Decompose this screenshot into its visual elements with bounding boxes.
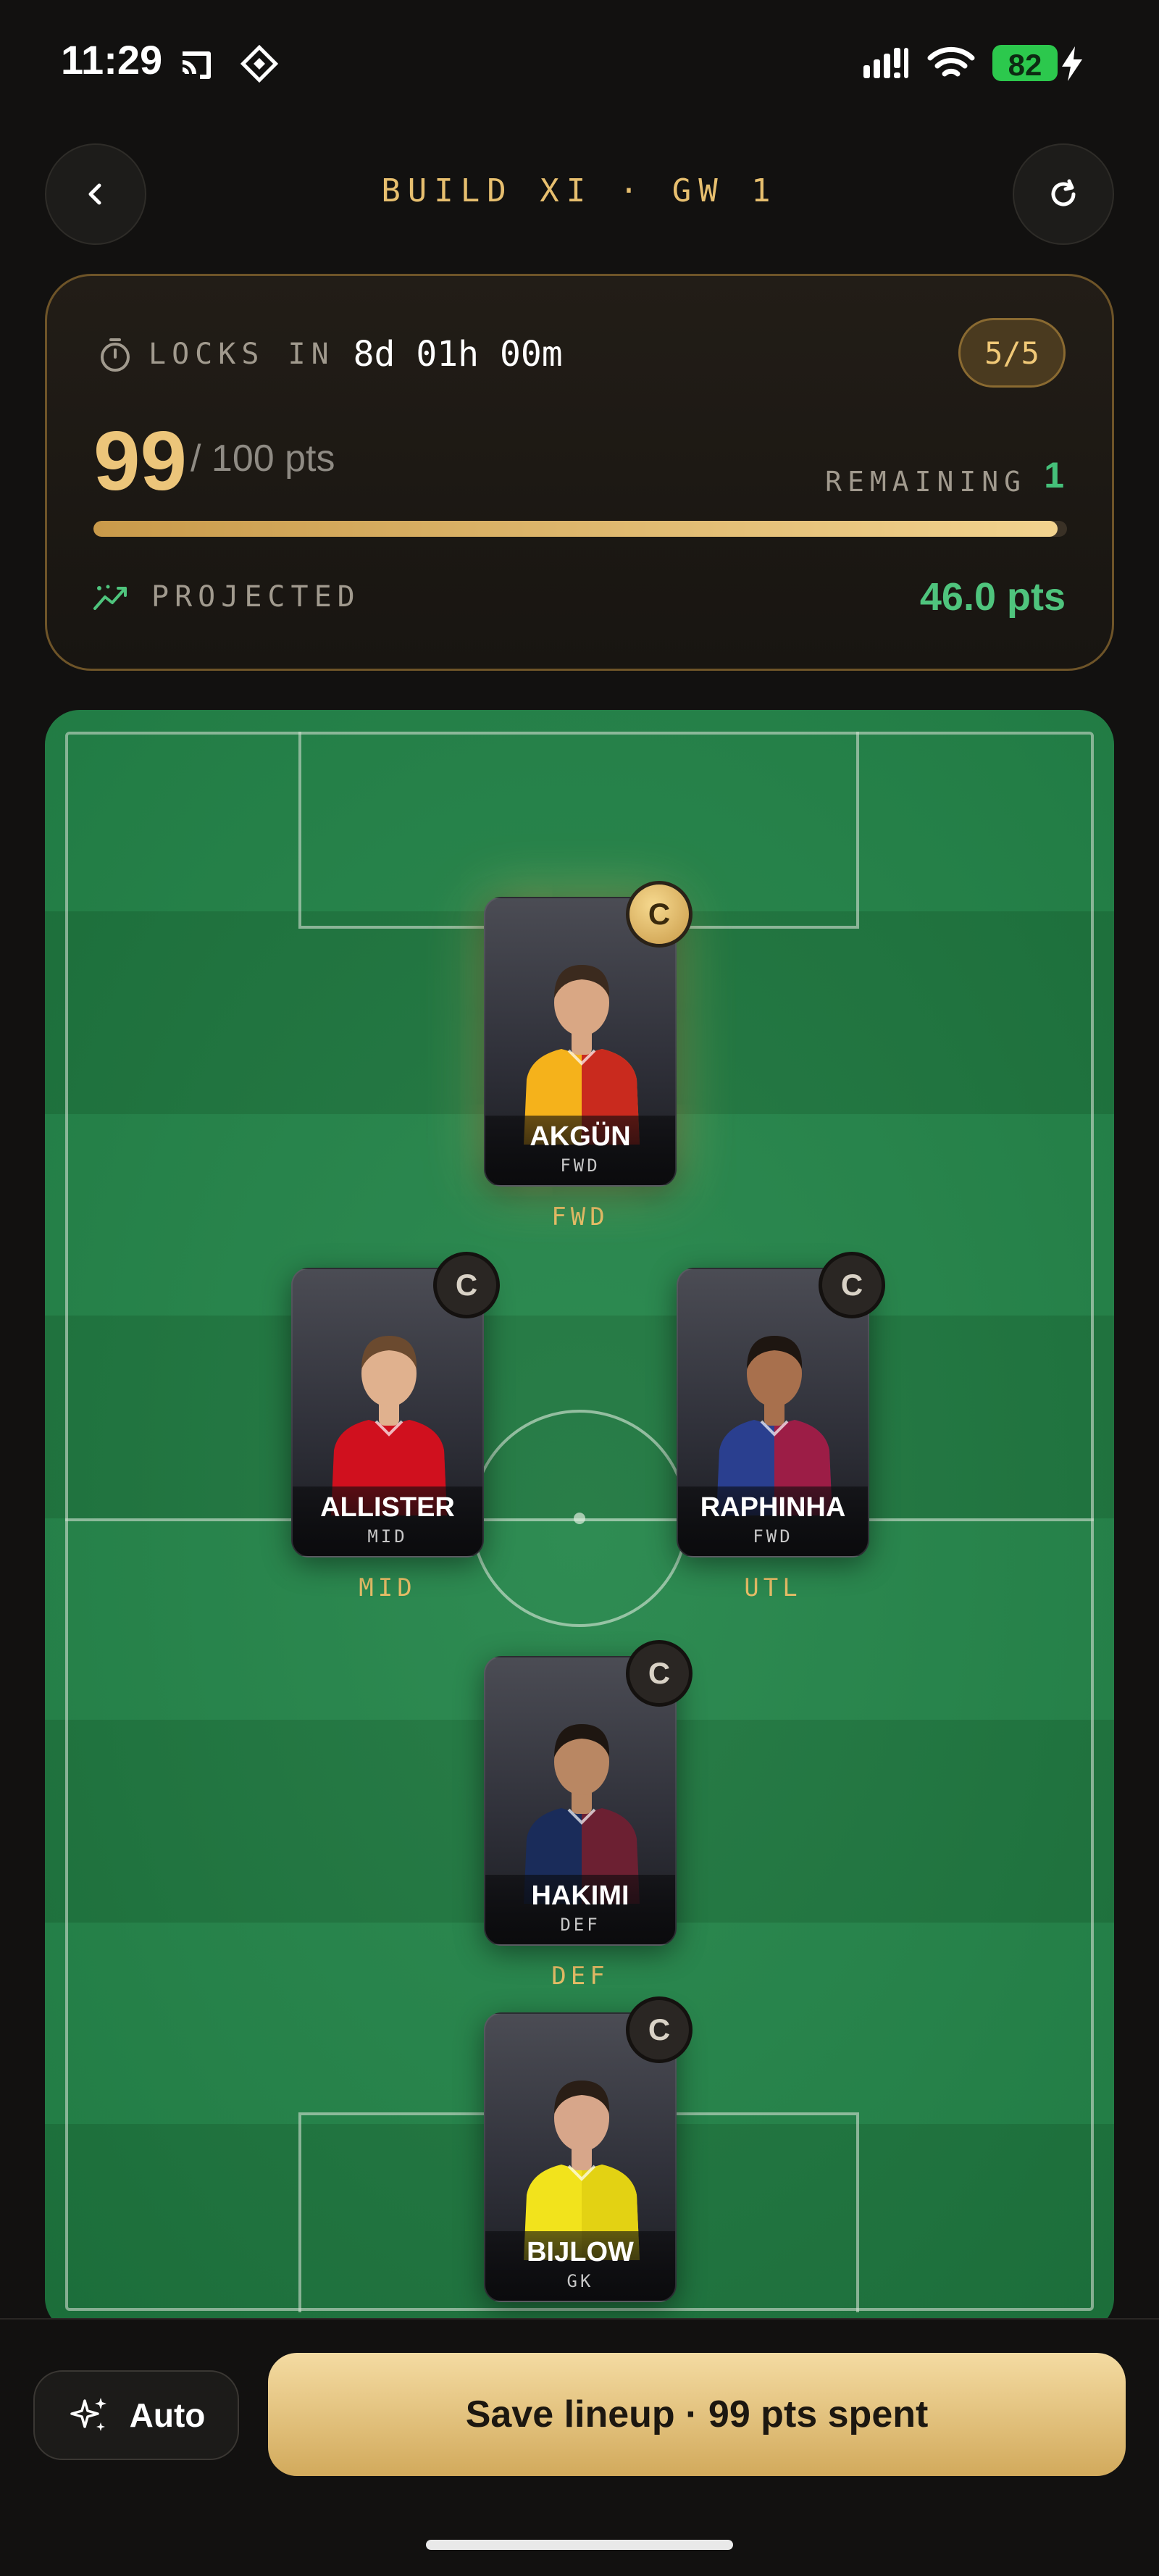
player-position: FWD [753, 1526, 793, 1547]
auto-label: Auto [129, 2396, 206, 2434]
player-slot-fwd[interactable]: AKGÜN FWD C FWD [484, 881, 693, 1231]
remaining-label: REMAINING [825, 466, 1026, 498]
wifi-icon [927, 46, 975, 77]
captain-toggle[interactable]: C [626, 1996, 693, 2063]
cast-icon [182, 51, 211, 79]
player-nameplate: RAPHINHA FWD [678, 1486, 868, 1556]
auto-pick-button[interactable]: Auto [33, 2370, 239, 2460]
page-title: BUILD XI · GW 1 [381, 172, 778, 209]
captain-toggle[interactable]: C [433, 1252, 500, 1318]
player-photo [524, 965, 640, 1145]
home-indicator[interactable] [426, 2540, 733, 2550]
projected-row: PROJECTED [92, 580, 361, 614]
lock-countdown-value: 8d 01h 00m [353, 334, 563, 375]
player-nameplate: AKGÜN FWD [485, 1116, 675, 1185]
player-position: DEF [560, 1915, 601, 1935]
timer-icon [101, 338, 130, 372]
status-bar: 11:29 82 [0, 0, 1159, 116]
player-photo [524, 1724, 640, 1904]
player-name: ALLISTER [320, 1492, 455, 1523]
player-name: RAPHINHA [700, 1492, 846, 1523]
player-name: HAKIMI [531, 1881, 629, 1911]
slot-label: UTL [744, 1573, 802, 1602]
signal-icon [863, 48, 908, 78]
lineup-summary-card: LOCKS IN 8d 01h 00m 5/5 99 / 100 pts REM… [45, 274, 1114, 671]
player-nameplate: ALLISTER MID [293, 1486, 482, 1556]
app-diamond-icon [240, 45, 278, 83]
save-lineup-label: Save lineup · 99 pts spent [465, 2393, 929, 2435]
back-button[interactable] [45, 143, 146, 245]
budget-progress-fill [93, 521, 1058, 537]
captain-toggle[interactable]: C [626, 881, 693, 948]
budget-progress-bar [93, 521, 1067, 537]
status-time: 11:29 [61, 37, 163, 83]
lock-countdown: LOCKS IN 8d 01h 00m [98, 334, 563, 375]
player-slot-gk[interactable]: BIJLOW GK C [484, 1996, 693, 2302]
player-slot-def[interactable]: HAKIMI DEF C DEF [484, 1640, 693, 1991]
player-nameplate: BIJLOW GK [485, 2231, 675, 2301]
battery-indicator: 82 [992, 45, 1058, 82]
bottom-action-bar: Auto Save lineup · 99 pts spent [0, 2318, 1159, 2576]
player-name: AKGÜN [530, 1121, 631, 1152]
selected-count-badge: 5/5 [958, 318, 1066, 388]
player-nameplate: HAKIMI DEF [485, 1875, 675, 1944]
player-photo [716, 1336, 832, 1515]
refresh-icon [1051, 179, 1076, 206]
sparkles-icon [70, 2398, 106, 2431]
captain-toggle[interactable]: C [626, 1640, 693, 1707]
player-slot-mid[interactable]: ALLISTER MID C MID [291, 1252, 500, 1602]
player-position: FWD [560, 1155, 601, 1176]
points-cap: / 100 pts [191, 438, 335, 480]
save-lineup-button[interactable]: Save lineup · 99 pts spent [268, 2353, 1126, 2476]
lock-label: LOCKS IN [148, 338, 335, 371]
charging-bolt-icon [1062, 46, 1082, 81]
captain-toggle[interactable]: C [819, 1252, 885, 1318]
refresh-button[interactable] [1013, 143, 1114, 245]
slot-label: MID [359, 1573, 417, 1602]
player-slot-utl[interactable]: RAPHINHA FWD C UTL [677, 1252, 885, 1602]
back-chevron-icon [88, 183, 101, 205]
player-photo [524, 2081, 640, 2260]
battery-level: 82 [1008, 48, 1042, 82]
points-spent: 99 [93, 414, 188, 508]
remaining-value: 1 [1044, 455, 1064, 495]
projected-value: 46.0 pts [919, 575, 1066, 619]
player-position: GK [566, 2271, 594, 2291]
player-name: BIJLOW [527, 2237, 634, 2267]
player-position: MID [367, 1526, 408, 1547]
trend-up-icon [93, 585, 127, 610]
slot-label: DEF [551, 1962, 609, 1991]
projected-label: PROJECTED [151, 580, 361, 614]
slot-label: FWD [551, 1203, 609, 1231]
center-spot [574, 1513, 585, 1524]
player-photo [331, 1336, 447, 1515]
